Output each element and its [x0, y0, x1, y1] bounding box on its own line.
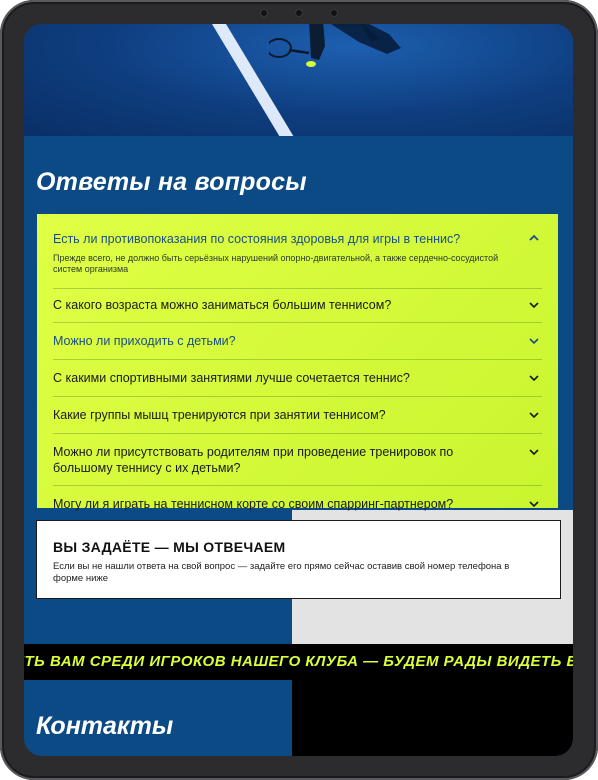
tablet-frame: Ответы на вопросы Есть ли противопоказан… — [0, 0, 598, 780]
faq-item[interactable]: Можно ли присутствовать родителям при пр… — [53, 434, 542, 486]
faq-question[interactable]: Какие группы мышц тренируются при заняти… — [53, 407, 518, 423]
sensor-icon — [331, 10, 337, 16]
chevron-up-icon[interactable] — [528, 232, 540, 244]
faq-item[interactable]: Есть ли противопоказания по состояния зд… — [53, 214, 542, 289]
marquee-ticker: ЕТЬ ВАМ СРЕДИ ИГРОКОВ НАШЕГО КЛУБА — БУД… — [24, 644, 573, 680]
screen: Ответы на вопросы Есть ли противопоказан… — [24, 24, 573, 756]
contacts-side-panel — [292, 680, 573, 756]
faq-question[interactable]: Можно ли присутствовать родителям при пр… — [53, 444, 483, 476]
faq-title: Ответы на вопросы — [36, 168, 307, 196]
faq-item[interactable]: Можно ли приходить с детьми? — [53, 323, 542, 360]
faq-question[interactable]: Можно ли приходить с детьми? — [53, 333, 518, 349]
chevron-down-icon[interactable] — [528, 498, 540, 510]
ask-title: ВЫ ЗАДАЁТЕ — МЫ ОТВЕЧАЕМ — [53, 539, 286, 555]
faq-question[interactable]: С какими спортивными занятиями лучше соч… — [53, 370, 518, 386]
faq-item[interactable]: Могу ли я играть на теннисном корте со с… — [53, 486, 542, 520]
chevron-down-icon[interactable] — [528, 446, 540, 458]
faq-answer: Прежде всего, не должно быть серьёзных н… — [53, 253, 499, 274]
faq-question[interactable]: Могу ли я играть на теннисном корте со с… — [53, 496, 518, 512]
faq-item[interactable]: С какими спортивными занятиями лучше соч… — [53, 360, 542, 397]
ticker-text: ЕТЬ ВАМ СРЕДИ ИГРОКОВ НАШЕГО КЛУБА — БУД… — [24, 653, 573, 670]
hero-image — [24, 24, 573, 136]
faq-item[interactable]: С какого возраста можно заниматься больш… — [53, 289, 542, 323]
faq-question[interactable]: Есть ли противопоказания по состояния зд… — [53, 231, 518, 247]
chevron-down-icon[interactable] — [528, 299, 540, 311]
faq-accordion: Есть ли противопоказания по состояния зд… — [36, 213, 559, 511]
contacts-title: Контакты — [36, 712, 174, 740]
tennis-player-image — [269, 24, 401, 67]
camera-bar — [253, 8, 345, 18]
ask-text: Если вы не нашли ответа на свой вопрос —… — [53, 561, 510, 584]
sensor-icon — [261, 10, 267, 16]
faq-question[interactable]: С какого возраста можно заниматься больш… — [53, 297, 518, 313]
chevron-down-icon[interactable] — [528, 409, 540, 421]
chevron-down-icon[interactable] — [528, 372, 540, 384]
ask-question-card: ВЫ ЗАДАЁТЕ — МЫ ОТВЕЧАЕМ Если вы не нашл… — [36, 520, 561, 599]
faq-item[interactable]: Какие группы мышц тренируются при заняти… — [53, 397, 542, 434]
camera-icon — [296, 10, 302, 16]
chevron-down-icon[interactable] — [528, 335, 540, 347]
